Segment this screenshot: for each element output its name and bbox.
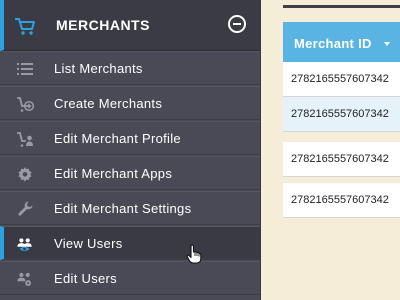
table-top-border — [283, 5, 400, 8]
cart-user-icon — [17, 132, 33, 147]
sidebar-item-edit-merchant-settings[interactable]: Edit Merchant Settings — [0, 191, 260, 225]
cart-add-icon — [17, 97, 34, 112]
users-eye-icon — [17, 238, 32, 251]
sidebar-item-label: Create Merchants — [54, 96, 163, 111]
merchant-id-cell: 2782165557607342 — [291, 194, 389, 206]
table-row[interactable]: 2782165557607342 — [283, 97, 400, 132]
cart-icon — [15, 18, 35, 35]
sidebar-item-create-merchants[interactable]: Create Merchants — [0, 86, 260, 120]
list-icon — [17, 63, 33, 75]
users-gear-icon — [17, 272, 32, 286]
column-header-merchant-id[interactable]: Merchant ID — [283, 22, 400, 63]
sidebar-item-label: Edit Merchant Profile — [54, 131, 181, 146]
sidebar-header-title: MERCHANTS — [56, 17, 150, 33]
sidebar-item-edit-users[interactable]: Edit Users — [0, 261, 260, 295]
table-row[interactable]: 2782165557607342 — [283, 62, 400, 97]
gear-icon — [18, 167, 32, 182]
caret-down-icon[interactable] — [384, 42, 390, 46]
sidebar-item-label: Edit Merchant Settings — [54, 201, 192, 216]
minus-circle-icon[interactable] — [228, 15, 246, 33]
merchant-id-cell: 2782165557607342 — [291, 73, 389, 85]
sidebar-item-edit-merchant-profile[interactable]: Edit Merchant Profile — [0, 121, 260, 155]
sidebar-item-edit-merchant-apps[interactable]: Edit Merchant Apps — [0, 156, 260, 190]
column-header-label: Merchant ID — [294, 36, 372, 51]
sidebar-item-label: View Users — [54, 236, 123, 251]
sidebar-item-label: Edit Merchant Apps — [54, 166, 173, 181]
table-row[interactable]: 2782165557607342 — [283, 142, 400, 177]
sidebar-item-list-merchants[interactable]: List Merchants — [0, 51, 260, 85]
sidebar-item-label: Edit Users — [54, 271, 117, 286]
hand-pointer-cursor-icon — [186, 244, 202, 264]
merchant-id-cell: 2782165557607342 — [291, 108, 389, 120]
sidebar-item-view-users[interactable]: View Users — [0, 226, 260, 260]
table-row[interactable]: 2782165557607342 — [283, 183, 400, 218]
sidebar-item-label: List Merchants — [54, 61, 143, 76]
merchants-table: Merchant ID 2782165557607342 27821655576… — [283, 0, 400, 300]
wrench-icon — [18, 201, 33, 216]
sidebar: MERCHANTS List Merchants Create Merchant… — [0, 0, 261, 300]
sidebar-header-merchants[interactable]: MERCHANTS — [0, 0, 260, 51]
merchant-id-cell: 2782165557607342 — [291, 153, 389, 165]
